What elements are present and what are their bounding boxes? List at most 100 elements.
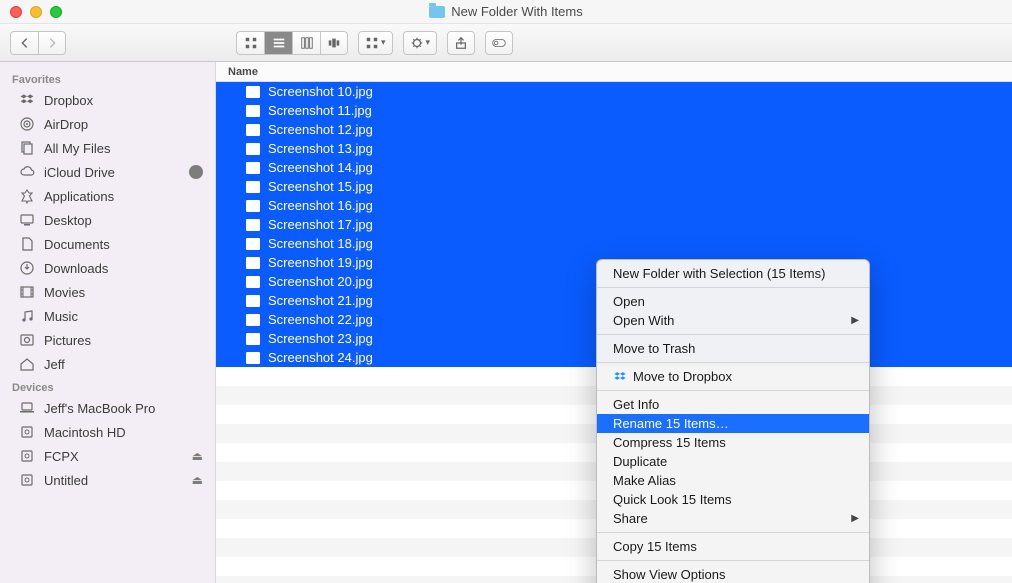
file-row[interactable]: Screenshot 11.jpg (216, 101, 1012, 120)
file-name: Screenshot 22.jpg (268, 312, 373, 327)
image-file-icon (246, 219, 260, 231)
sidebar-item-label: Desktop (44, 213, 92, 228)
file-row[interactable]: Screenshot 18.jpg (216, 234, 1012, 253)
view-coverflow-button[interactable] (320, 31, 348, 55)
menu-item[interactable]: Quick Look 15 Items (597, 490, 869, 509)
tags-button[interactable] (485, 31, 513, 55)
image-file-icon (246, 333, 260, 345)
sidebar-item-applications[interactable]: Applications (0, 184, 215, 208)
menu-item[interactable]: Get Info (597, 395, 869, 414)
sidebar-item-machd[interactable]: Macintosh HD (0, 420, 215, 444)
file-name: Screenshot 21.jpg (268, 293, 373, 308)
back-button[interactable] (10, 31, 38, 55)
music-icon (18, 307, 36, 325)
sidebar-item-label: Downloads (44, 261, 108, 276)
sidebar-item-home[interactable]: Jeff (0, 352, 215, 376)
sidebar-item-untitled[interactable]: Untitled⏏ (0, 468, 215, 492)
file-name: Screenshot 13.jpg (268, 141, 373, 156)
content-pane: Name Screenshot 10.jpg Screenshot 11.jpg S… (216, 62, 1012, 583)
nav-buttons (10, 31, 66, 55)
window-controls (0, 6, 62, 18)
menu-item[interactable]: Open (597, 292, 869, 311)
image-file-icon (246, 124, 260, 136)
menu-separator (597, 334, 869, 335)
menu-item[interactable]: New Folder with Selection (15 Items) (597, 264, 869, 283)
minimize-window-button[interactable] (30, 6, 42, 18)
file-name: Screenshot 11.jpg (268, 103, 372, 118)
sidebar-item-allmyfiles[interactable]: All My Files (0, 136, 215, 160)
file-row[interactable]: Screenshot 13.jpg (216, 139, 1012, 158)
sidebar-item-label: Documents (44, 237, 110, 252)
dropbox-icon (18, 91, 36, 109)
menu-item-label: Copy 15 Items (613, 539, 697, 554)
sidebar-item-downloads[interactable]: Downloads (0, 256, 215, 280)
file-row[interactable]: Screenshot 15.jpg (216, 177, 1012, 196)
sidebar-item-label: Music (44, 309, 78, 324)
column-header-name[interactable]: Name (216, 62, 1012, 82)
image-file-icon (246, 162, 260, 174)
file-row[interactable]: Screenshot 16.jpg (216, 196, 1012, 215)
file-row[interactable]: Screenshot 17.jpg (216, 215, 1012, 234)
menu-item[interactable]: Duplicate (597, 452, 869, 471)
menu-item[interactable]: Open With (597, 311, 869, 330)
column-header-name-label: Name (228, 66, 258, 78)
menu-separator (597, 390, 869, 391)
allfiles-icon (18, 139, 36, 157)
toolbar: ▾ ▾ (0, 24, 1012, 62)
menu-item-label: New Folder with Selection (15 Items) (613, 266, 825, 281)
menu-item[interactable]: Move to Dropbox (597, 367, 869, 386)
window-title-text: New Folder With Items (451, 4, 582, 19)
sidebar-item-music[interactable]: Music (0, 304, 215, 328)
close-window-button[interactable] (10, 6, 22, 18)
file-row[interactable]: Screenshot 10.jpg (216, 82, 1012, 101)
image-file-icon (246, 143, 260, 155)
sidebar-item-mbp[interactable]: Jeff's MacBook Pro (0, 396, 215, 420)
menu-item[interactable]: Rename 15 Items… (597, 414, 869, 433)
eject-icon[interactable]: ⏏ (192, 473, 203, 487)
view-switcher (236, 31, 348, 55)
arrange-button[interactable]: ▾ (358, 31, 393, 55)
disk-icon (18, 423, 36, 441)
view-list-button[interactable] (264, 31, 292, 55)
eject-icon[interactable]: ⏏ (192, 449, 203, 463)
view-column-button[interactable] (292, 31, 320, 55)
zoom-window-button[interactable] (50, 6, 62, 18)
file-row[interactable]: Screenshot 14.jpg (216, 158, 1012, 177)
menu-item[interactable]: Copy 15 Items (597, 537, 869, 556)
sidebar-item-movies[interactable]: Movies (0, 280, 215, 304)
sidebar-item-label: Macintosh HD (44, 425, 126, 440)
menu-item[interactable]: Make Alias (597, 471, 869, 490)
sidebar-item-label: Movies (44, 285, 85, 300)
image-file-icon (246, 352, 260, 364)
sidebar-item-desktop[interactable]: Desktop (0, 208, 215, 232)
disk-icon (18, 447, 36, 465)
sidebar-item-icloud[interactable]: iCloud Drive (0, 160, 215, 184)
file-row[interactable]: Screenshot 12.jpg (216, 120, 1012, 139)
share-button[interactable] (447, 31, 475, 55)
laptop-icon (18, 399, 36, 417)
menu-item[interactable]: Compress 15 Items (597, 433, 869, 452)
sidebar-item-label: AirDrop (44, 117, 88, 132)
arrange-group: ▾ (358, 31, 393, 55)
downloads-icon (18, 259, 36, 277)
sidebar-item-pictures[interactable]: Pictures (0, 328, 215, 352)
menu-item[interactable]: Share (597, 509, 869, 528)
sidebar-item-documents[interactable]: Documents (0, 232, 215, 256)
sidebar-item-fcpx[interactable]: FCPX⏏ (0, 444, 215, 468)
menu-item[interactable]: Move to Trash (597, 339, 869, 358)
sidebar-item-airdrop[interactable]: AirDrop (0, 112, 215, 136)
menu-item-label: Duplicate (613, 454, 667, 469)
image-file-icon (246, 200, 260, 212)
sidebar-item-label: Dropbox (44, 93, 93, 108)
menu-item-label: Open (613, 294, 645, 309)
view-icon-button[interactable] (236, 31, 264, 55)
forward-button[interactable] (38, 31, 66, 55)
sidebar: FavoritesDropboxAirDropAll My FilesiClou… (0, 62, 216, 583)
main-split: FavoritesDropboxAirDropAll My FilesiClou… (0, 62, 1012, 583)
action-button[interactable]: ▾ (403, 31, 438, 55)
sidebar-section-header: Devices (0, 376, 215, 396)
sidebar-item-dropbox[interactable]: Dropbox (0, 88, 215, 112)
menu-item[interactable]: Show View Options (597, 565, 869, 583)
context-menu: New Folder with Selection (15 Items) Open… (596, 259, 870, 583)
image-file-icon (246, 314, 260, 326)
